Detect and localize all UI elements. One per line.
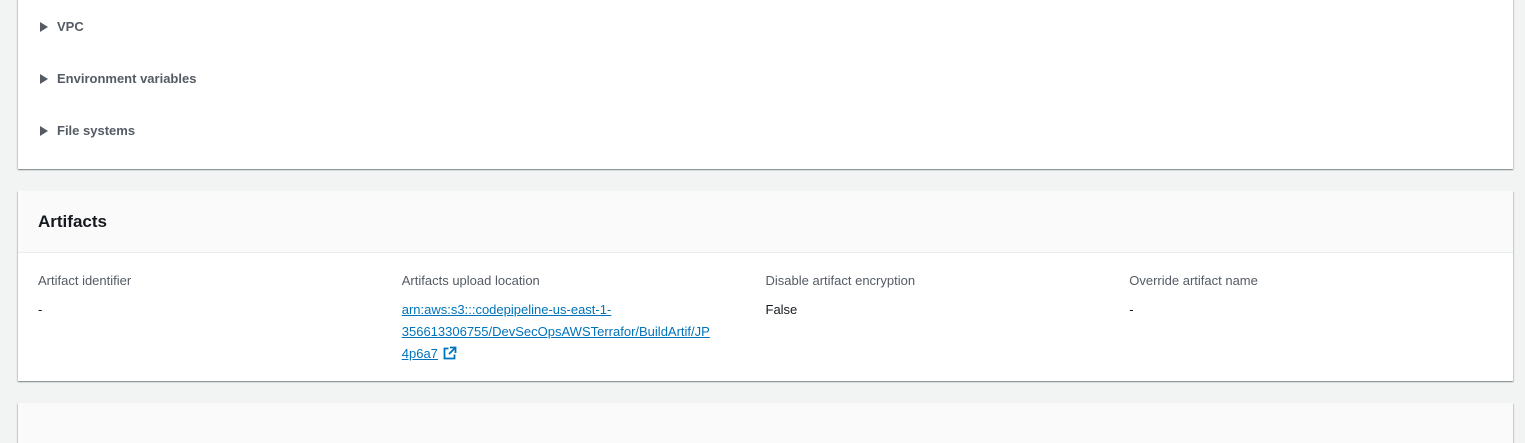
expander-label: VPC [57, 19, 84, 34]
upload-location-line-2[interactable]: 356613306755/DevSecOpsAWSTerrafor/BuildA… [402, 324, 710, 339]
expander-file-systems[interactable]: File systems [40, 123, 135, 138]
artifacts-upload-location-field: Artifacts upload location arn:aws:s3:::c… [402, 273, 766, 367]
external-link-icon[interactable] [443, 345, 457, 367]
expander-environment-variables[interactable]: Environment variables [40, 71, 196, 86]
artifacts-upload-location-label: Artifacts upload location [401, 273, 540, 288]
expander-vpc[interactable]: VPC [40, 19, 84, 34]
caret-right-icon [40, 21, 48, 32]
upload-location-line-1[interactable]: arn:aws:s3:::codepipeline-us-east-1- [402, 302, 612, 317]
disable-artifact-encryption-value: False [765, 302, 798, 317]
artifact-identifier-value: - [38, 302, 43, 317]
caret-right-icon [40, 125, 48, 136]
artifacts-title: Artifacts [38, 211, 107, 231]
override-artifact-name-label: Override artifact name [1129, 273, 1258, 288]
expander-label: File systems [57, 123, 136, 138]
artifacts-panel: Artifacts Artifact identifier - Artifact… [18, 191, 1513, 381]
disable-artifact-encryption-field: Disable artifact encryption False [766, 273, 1130, 367]
override-artifact-name-value: - [1129, 302, 1134, 317]
override-artifact-name-field: Override artifact name - [1129, 273, 1493, 367]
advanced-settings-panel: VPC Environment variables File systems [18, 0, 1513, 169]
disable-artifact-encryption-label: Disable artifact encryption [765, 273, 916, 288]
artifact-identifier-label: Artifact identifier [38, 273, 132, 288]
artifacts-upload-location-link[interactable]: arn:aws:s3:::codepipeline-us-east-1- 356… [402, 299, 750, 367]
upload-location-line-3[interactable]: 4p6a7 [402, 346, 438, 361]
artifacts-header: Artifacts [18, 191, 1513, 253]
artifact-identifier-field: Artifact identifier - [38, 273, 402, 367]
artifacts-details: Artifact identifier - Artifacts upload l… [38, 273, 1493, 367]
next-panel [18, 403, 1513, 443]
expander-label: Environment variables [57, 71, 197, 86]
caret-right-icon [40, 73, 48, 84]
